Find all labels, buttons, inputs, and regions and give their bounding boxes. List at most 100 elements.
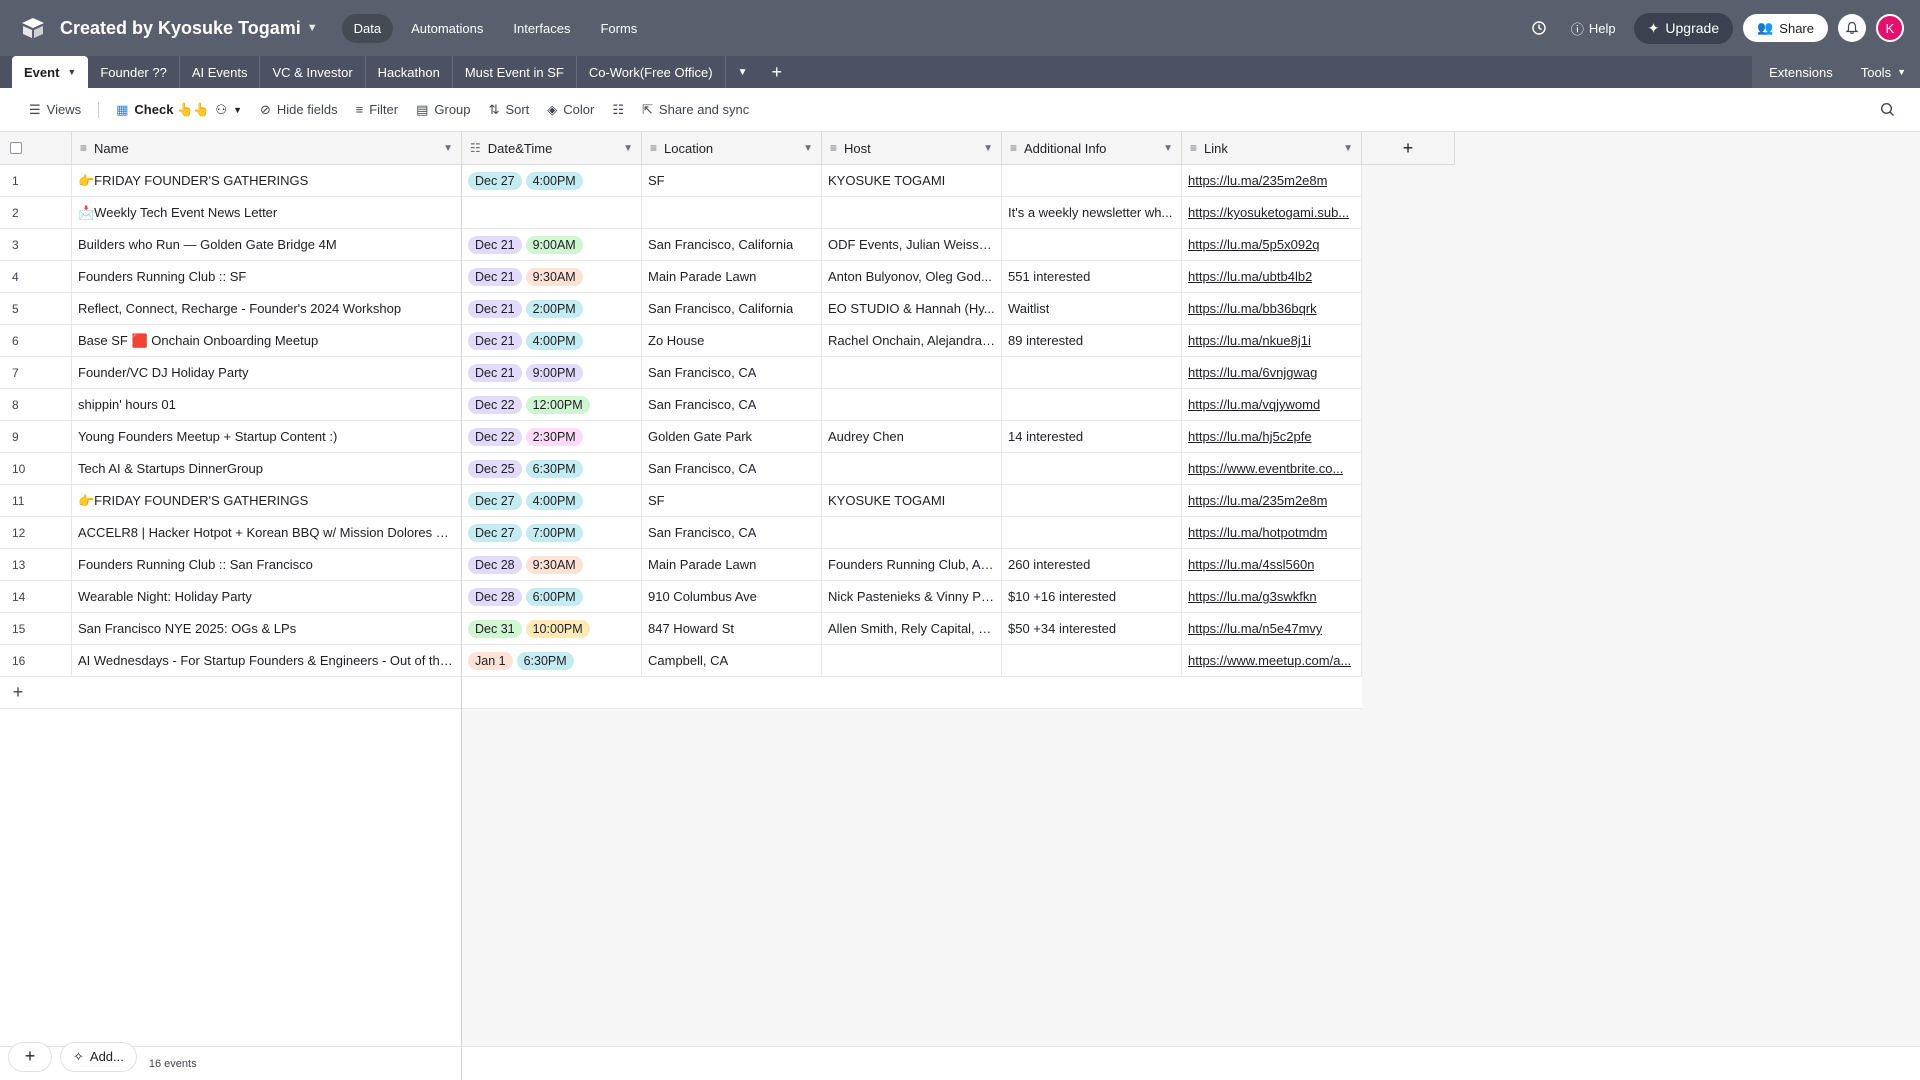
add-field-plus-icon[interactable]: + <box>1362 132 1455 164</box>
time-pill[interactable]: 7:00PM <box>525 523 583 542</box>
date-pill[interactable]: Dec 27 <box>468 491 522 510</box>
date-pill[interactable]: Dec 21 <box>468 331 522 350</box>
table-row[interactable]: 10 Tech AI & Startups DinnerGroup Dec 25 6:… <box>0 453 1362 485</box>
chevron-down-icon[interactable]: ▼ <box>623 143 633 154</box>
extensions-button[interactable]: Extensions <box>1755 65 1847 80</box>
name-cell[interactable]: shippin' hours 01 <box>72 389 462 420</box>
nav-automations[interactable]: Automations <box>399 14 495 43</box>
time-pill[interactable]: 12:00PM <box>525 395 590 414</box>
name-cell[interactable]: Builders who Run — Golden Gate Bridge 4M <box>72 229 462 260</box>
name-cell[interactable]: Base SF 🟥 Onchain Onboarding Meetup <box>72 325 462 356</box>
notifications-bell-icon[interactable] <box>1838 14 1866 42</box>
location-cell[interactable]: Campbell, CA <box>642 645 822 676</box>
date-cell[interactable]: Dec 21 9:30AM <box>462 261 642 292</box>
date-cell[interactable]: Dec 21 2:00PM <box>462 293 642 324</box>
table-row[interactable]: 15 San Francisco NYE 2025: OGs & LPs Dec 3… <box>0 613 1362 645</box>
table-row[interactable]: 1 👉FRIDAY FOUNDER'S GATHERINGS Dec 27 4:00P… <box>0 165 1362 197</box>
tools-button[interactable]: Tools ▼ <box>1847 65 1920 80</box>
info-cell[interactable]: 551 interested <box>1002 261 1182 292</box>
link-text[interactable]: https://kyosuketogami.sub... <box>1188 205 1349 220</box>
info-cell[interactable]: 260 interested <box>1002 549 1182 580</box>
date-pill[interactable]: Dec 21 <box>468 299 522 318</box>
name-cell[interactable]: Founders Running Club :: San Francisco <box>72 549 462 580</box>
link-text[interactable]: https://lu.ma/5p5x092q <box>1188 237 1320 252</box>
link-cell[interactable]: https://lu.ma/hj5c2pfe <box>1182 421 1362 452</box>
host-cell[interactable]: Audrey Chen <box>822 421 1002 452</box>
base-logo-icon[interactable] <box>18 13 48 43</box>
sort-button[interactable]: ⇅ Sort <box>480 96 539 124</box>
table-row[interactable]: 8 shippin' hours 01 Dec 22 12:00PM San Franc… <box>0 389 1362 421</box>
tab-founder[interactable]: Founder ?? <box>88 56 180 88</box>
info-cell[interactable] <box>1002 165 1182 196</box>
name-cell[interactable]: ACCELR8 | Hacker Hotpot + Korean BBQ w/ … <box>72 517 462 548</box>
link-text[interactable]: https://lu.ma/235m2e8m <box>1188 493 1327 508</box>
chevron-down-icon[interactable]: ▼ <box>1343 143 1353 154</box>
add-record-button[interactable]: + <box>8 1041 52 1072</box>
time-pill[interactable]: 9:00AM <box>525 235 583 254</box>
info-cell[interactable]: $50 +34 interested <box>1002 613 1182 644</box>
name-cell[interactable]: 👉FRIDAY FOUNDER'S GATHERINGS <box>72 165 462 196</box>
date-pill[interactable]: Jan 1 <box>468 651 513 670</box>
table-row[interactable]: 4 Founders Running Club :: SF Dec 21 9:30AM… <box>0 261 1362 293</box>
info-cell[interactable] <box>1002 229 1182 260</box>
location-cell[interactable]: Golden Gate Park <box>642 421 822 452</box>
table-row[interactable]: 14 Wearable Night: Holiday Party Dec 28 6:0… <box>0 581 1362 613</box>
link-cell[interactable]: https://lu.ma/6vnjgwag <box>1182 357 1362 388</box>
name-cell[interactable]: Reflect, Connect, Recharge - Founder's 2… <box>72 293 462 324</box>
add-ai-button[interactable]: ✧ Add... <box>60 1041 137 1072</box>
location-cell[interactable]: SF <box>642 165 822 196</box>
host-cell[interactable]: ODF Events, Julian Weisser, ... <box>822 229 1002 260</box>
host-cell[interactable] <box>822 197 1002 228</box>
table-row[interactable]: 3 Builders who Run — Golden Gate Bridge 4… <box>0 229 1362 261</box>
date-pill[interactable]: Dec 21 <box>468 363 522 382</box>
chevron-down-icon[interactable]: ▼ <box>443 143 453 154</box>
search-icon[interactable] <box>1871 96 1904 124</box>
column-header-info[interactable]: ≡ Additional Info ▼ <box>1002 132 1182 164</box>
host-cell[interactable]: Allen Smith, Rely Capital, Fr... <box>822 613 1002 644</box>
location-cell[interactable]: 847 Howard St <box>642 613 822 644</box>
link-text[interactable]: https://lu.ma/235m2e8m <box>1188 173 1327 188</box>
info-cell[interactable] <box>1002 645 1182 676</box>
nav-interfaces[interactable]: Interfaces <box>501 14 582 43</box>
link-text[interactable]: https://www.meetup.com/a... <box>1188 653 1351 668</box>
share-sync-button[interactable]: ⇱ Share and sync <box>633 96 758 124</box>
more-tables-chevron-icon[interactable]: ▼ <box>726 56 760 88</box>
time-pill[interactable]: 9:30AM <box>525 555 583 574</box>
date-pill[interactable]: Dec 21 <box>468 235 522 254</box>
date-cell[interactable]: Dec 21 9:00AM <box>462 229 642 260</box>
host-cell[interactable]: Anton Bulyonov, Oleg God... <box>822 261 1002 292</box>
filter-button[interactable]: ≡ Filter <box>347 96 407 124</box>
name-cell[interactable]: Founder/VC DJ Holiday Party <box>72 357 462 388</box>
info-cell[interactable]: Waitlist <box>1002 293 1182 324</box>
name-cell[interactable]: 👉FRIDAY FOUNDER'S GATHERINGS <box>72 485 462 516</box>
link-cell[interactable]: https://lu.ma/g3swkfkn <box>1182 581 1362 612</box>
add-row[interactable]: + <box>0 677 1362 709</box>
date-cell[interactable]: Dec 21 9:00PM <box>462 357 642 388</box>
link-text[interactable]: https://lu.ma/4ssl560n <box>1188 557 1314 572</box>
column-header-location[interactable]: ≡ Location ▼ <box>642 132 822 164</box>
host-cell[interactable]: KYOSUKE TOGAMI <box>822 485 1002 516</box>
user-avatar[interactable]: K <box>1876 14 1904 42</box>
link-cell[interactable]: https://www.meetup.com/a... <box>1182 645 1362 676</box>
table-row[interactable]: 16 AI Wednesdays - For Startup Founders &… <box>0 645 1362 677</box>
date-cell[interactable]: Dec 22 12:00PM <box>462 389 642 420</box>
name-cell[interactable]: AI Wednesdays - For Startup Founders & E… <box>72 645 462 676</box>
chevron-down-icon[interactable]: ▼ <box>1163 143 1173 154</box>
name-cell[interactable]: Young Founders Meetup + Startup Content … <box>72 421 462 452</box>
date-cell[interactable] <box>462 197 642 228</box>
info-cell[interactable]: 89 interested <box>1002 325 1182 356</box>
group-button[interactable]: ▤ Group <box>407 96 479 124</box>
link-text[interactable]: https://lu.ma/g3swkfkn <box>1188 589 1317 604</box>
time-pill[interactable]: 10:00PM <box>525 619 590 638</box>
hide-fields-button[interactable]: ⊘ Hide fields <box>251 96 347 124</box>
link-cell[interactable]: https://lu.ma/hotpotmdm <box>1182 517 1362 548</box>
date-cell[interactable]: Dec 27 4:00PM <box>462 165 642 196</box>
info-cell[interactable]: $10 +16 interested <box>1002 581 1182 612</box>
location-cell[interactable]: Zo House <box>642 325 822 356</box>
base-title[interactable]: Created by Kyosuke Togami ▼ <box>60 18 318 39</box>
link-cell[interactable]: https://lu.ma/nkue8j1i <box>1182 325 1362 356</box>
date-cell[interactable]: Dec 22 2:30PM <box>462 421 642 452</box>
location-cell[interactable]: San Francisco, CA <box>642 453 822 484</box>
add-row-plus-icon[interactable]: + <box>0 682 36 703</box>
time-pill[interactable]: 2:00PM <box>525 299 583 318</box>
